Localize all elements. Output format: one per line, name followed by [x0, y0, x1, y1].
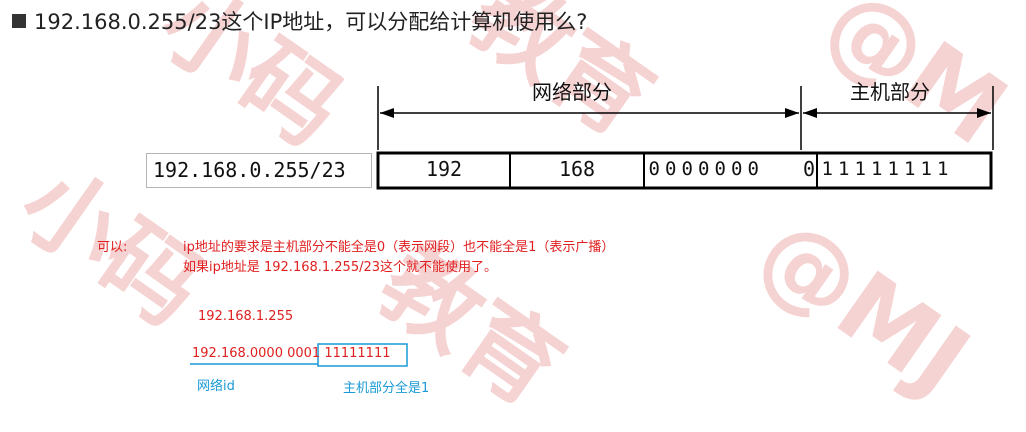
bit: 1 [871, 158, 883, 180]
example-ip: 192.168.1.255 [198, 309, 294, 324]
example-binary: 192.168.0000 0001 11111111 [192, 346, 391, 361]
bit: 0 [648, 158, 660, 180]
octet3-network-bits: 0 0 0 0 0 0 0 [646, 153, 800, 188]
bit: 1 [887, 158, 899, 180]
dimension-arrows [190, 86, 994, 367]
host-part-label: 主机部分 [850, 80, 930, 104]
network-part-label: 网络部分 [532, 80, 612, 104]
bit: 0 [714, 158, 726, 180]
bit: 0 [747, 158, 759, 180]
note-label: 可以: [97, 240, 128, 255]
note-line-2: 如果ip地址是 192.168.1.255/23这个就不能使用了。 [183, 260, 498, 275]
bit: 1 [920, 158, 932, 180]
octet3-host-bit: 0 [802, 157, 816, 181]
binary-network-part: 192.168.0000 000 [192, 346, 312, 361]
bit: 1 [838, 158, 850, 180]
bit: 0 [681, 158, 693, 180]
bit: 0 [698, 158, 710, 180]
octet2: 168 [558, 157, 596, 181]
host-all-ones-label: 主机部分全是1 [343, 381, 430, 396]
bit: 1 [821, 158, 833, 180]
note-line-1: ip地址的要求是主机部分不能全是0（表示网段）也不能全是1（表示广播） [183, 240, 615, 255]
bit: 0 [731, 158, 743, 180]
octet4-bits: 1 1 1 1 1 1 1 1 [819, 153, 991, 188]
bit: 1 [937, 158, 949, 180]
bit: 1 [854, 158, 866, 180]
bit: 1 [904, 158, 916, 180]
cidr-box: 192.168.0.255/23 [146, 153, 372, 188]
binary-host-part: 1 11111111 [311, 346, 391, 361]
network-id-label: 网络id [197, 379, 235, 394]
octet1: 192 [425, 157, 463, 181]
bit: 0 [665, 158, 677, 180]
